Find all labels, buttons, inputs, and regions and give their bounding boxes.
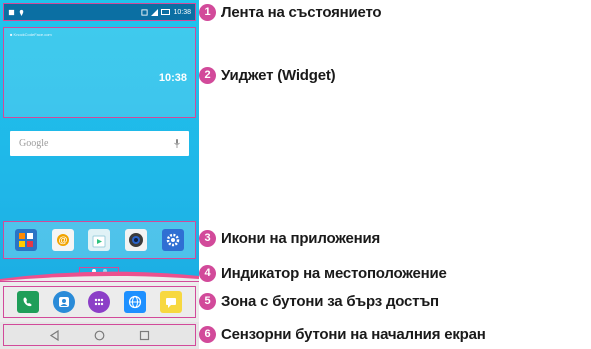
microphone-icon[interactable] [174,139,180,148]
widget-caption: ■ KnockCodeFace.com [10,32,52,37]
email-icon[interactable]: @ [51,229,74,251]
google-search-bar[interactable]: Google [10,131,189,156]
callout-location-indicator: 4 Индикатор на местоположение [199,262,447,284]
settings-icon[interactable] [161,229,184,251]
callout-number: 3 [199,229,216,247]
callout-label: Лента на състоянието [221,3,382,21]
back-icon[interactable] [49,329,60,341]
home-icon[interactable] [94,330,105,341]
quick-access-buttons [3,286,196,318]
search-placeholder: Google [19,138,49,149]
callout-number: 4 [199,264,216,282]
callout-label: Сензорни бутони на началния екран [221,325,486,343]
callout-number: 1 [199,3,216,21]
email-glyph: @ [56,234,69,246]
callout-label: Икони на приложения [221,229,381,247]
signal-icon [151,8,159,16]
notification-icon [8,9,15,15]
phone-home-screen: 10:38 ■ KnockCodeFace.com 10:38 Google @ [0,0,199,349]
clock-widget[interactable]: ■ KnockCodeFace.com 10:38 [3,27,196,118]
phone-glyph [23,297,32,307]
app-group-glyph [19,233,34,247]
messaging-icon[interactable] [160,291,183,313]
phone-icon[interactable] [16,291,39,313]
apps-drawer-icon[interactable] [88,291,111,313]
callout-app-icons: 3 Икони на приложения [199,227,380,249]
battery-icon [161,9,171,15]
message-glyph [166,298,177,308]
svg-text:@: @ [59,235,68,245]
callout-label: Индикатор на местоположение [221,264,447,282]
status-bar[interactable]: 10:38 [3,3,196,21]
browser-icon[interactable] [124,291,147,313]
nfc-icon [141,8,149,16]
callout-status-bar: 1 Лента на състоянието [199,1,382,23]
home-touch-buttons [3,324,196,346]
callout-label: Зона с бутони за бърз достъп [221,292,439,310]
app-icons-row: @ [3,221,196,259]
gear-glyph [166,233,179,247]
camera-glyph [129,233,144,247]
callout-number: 6 [199,325,216,343]
play-store-glyph [92,235,106,248]
callout-number: 5 [199,292,216,310]
callout-quick-access: 5 Зона с бутони за бърз достъп [199,290,439,312]
recent-apps-icon[interactable] [139,330,150,341]
contacts-glyph [58,297,69,307]
play-store-icon[interactable] [88,229,111,251]
status-time: 10:38 [173,8,191,16]
location-icon [19,9,24,16]
callout-touch-buttons: 6 Сензорни бутони на началния екран [199,323,486,345]
contacts-icon[interactable] [52,291,75,313]
callout-widget: 2 Уиджет (Widget) [199,64,336,86]
callout-label: Уиджет (Widget) [221,66,336,84]
globe-glyph [129,295,142,309]
camera-icon[interactable] [125,229,148,251]
callout-number: 2 [199,66,216,84]
widget-clock: 10:38 [158,72,187,84]
app-group-icon[interactable] [15,229,38,251]
apps-drawer-glyph [95,298,104,306]
